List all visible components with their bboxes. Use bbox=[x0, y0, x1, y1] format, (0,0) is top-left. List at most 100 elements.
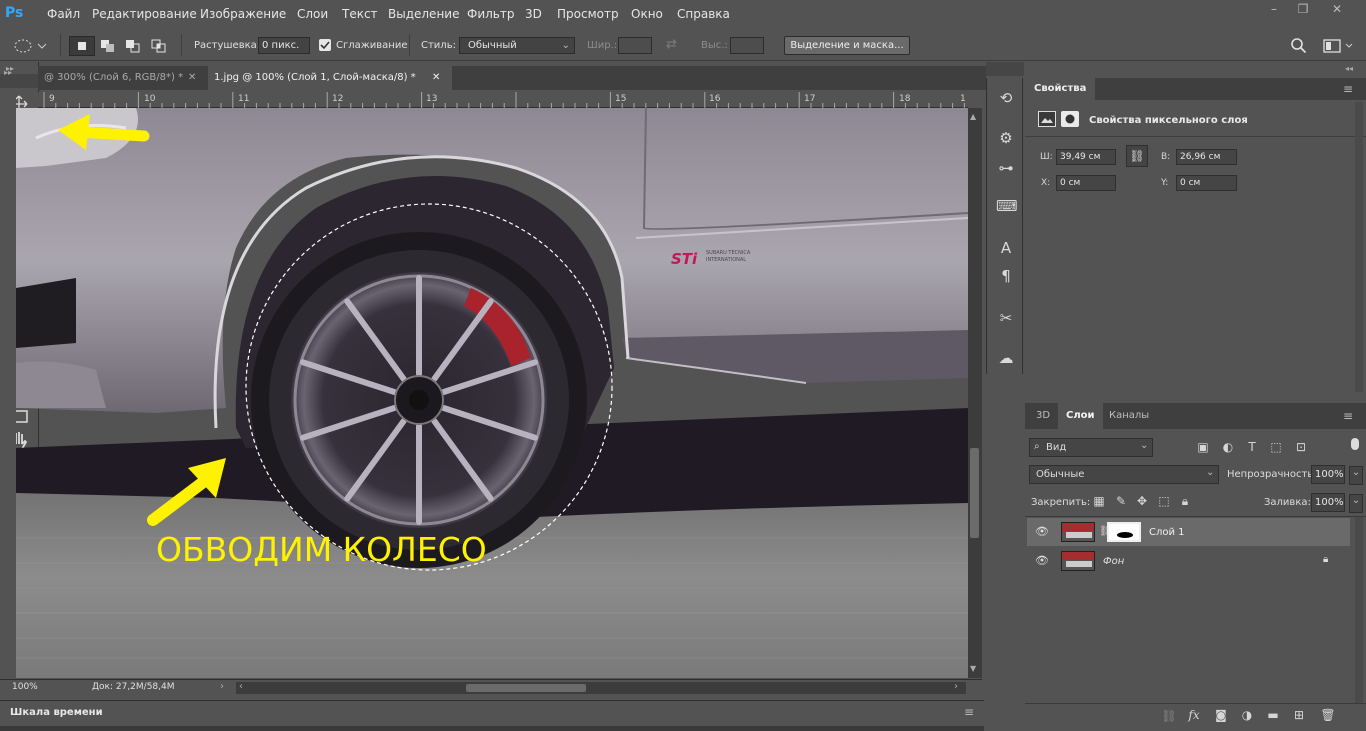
feather-input[interactable]: 0 пикс. bbox=[258, 37, 310, 54]
lock-all-icon[interactable]: 🔒︎ bbox=[1177, 494, 1193, 509]
status-menu-icon[interactable]: › bbox=[220, 681, 224, 692]
new-group-icon[interactable]: ▬ bbox=[1265, 708, 1281, 722]
chevron-down-icon[interactable]: ⌄ bbox=[1349, 494, 1363, 513]
visibility-eye-icon[interactable]: 👁︎ bbox=[1035, 525, 1049, 539]
character-icon[interactable]: A bbox=[996, 238, 1016, 258]
layer-name[interactable]: Слой 1 bbox=[1149, 527, 1185, 538]
delete-layer-icon[interactable]: 🗑︎ bbox=[1320, 708, 1336, 722]
menu-select[interactable]: Выделение bbox=[388, 7, 459, 21]
canvas-vertical-scrollbar[interactable]: ▲ ▼ bbox=[968, 108, 982, 678]
levels-icon[interactable]: ⊶ bbox=[996, 158, 1016, 178]
menu-layers[interactable]: Слои bbox=[297, 7, 328, 21]
opacity-input[interactable]: 100% bbox=[1311, 465, 1345, 484]
tab-document-2[interactable]: 1.jpg @ 100% (Слой 1, Слой-маска/8) * ✕ bbox=[208, 66, 452, 90]
scroll-up-icon[interactable]: ▲ bbox=[970, 112, 976, 121]
x-field[interactable]: 0 см bbox=[1056, 175, 1116, 191]
tab-close-icon[interactable]: ✕ bbox=[432, 66, 440, 90]
menu-edit[interactable]: Редактирование bbox=[92, 7, 197, 21]
filter-pixel-icon[interactable]: ▣ bbox=[1195, 440, 1211, 454]
add-selection-button[interactable] bbox=[97, 36, 119, 56]
collapse-icon[interactable]: ◂◂ bbox=[1345, 64, 1353, 73]
scroll-down-icon[interactable]: ▼ bbox=[970, 664, 976, 673]
menu-type[interactable]: Текст bbox=[342, 7, 378, 21]
lock-transparent-icon[interactable]: ▦ bbox=[1091, 494, 1107, 508]
subtract-selection-button[interactable] bbox=[122, 36, 144, 56]
menu-file[interactable]: Файл bbox=[47, 7, 80, 21]
search-button[interactable] bbox=[1288, 36, 1308, 56]
document-canvas[interactable]: STi SUBARU TECNICA INTERNATIONAL ОБВОДИМ… bbox=[16, 108, 968, 678]
layer-mask-thumbnail[interactable] bbox=[1107, 522, 1141, 542]
height-field[interactable]: 26,96 см bbox=[1176, 149, 1237, 165]
layer-name[interactable]: Фон bbox=[1103, 556, 1124, 567]
scrollbar-thumb[interactable] bbox=[970, 448, 979, 538]
height-input[interactable] bbox=[730, 37, 764, 54]
new-selection-button[interactable] bbox=[69, 36, 95, 56]
add-mask-icon[interactable]: ◙ bbox=[1213, 708, 1229, 722]
width-field[interactable]: 39,49 см bbox=[1056, 149, 1116, 165]
scroll-right-icon[interactable]: › bbox=[954, 681, 958, 692]
libraries-icon[interactable]: ☁ bbox=[996, 348, 1016, 368]
scrollbar-thumb[interactable] bbox=[466, 684, 586, 692]
chevron-down-icon[interactable]: ⌄ bbox=[1349, 466, 1363, 485]
intersect-selection-button[interactable] bbox=[148, 36, 170, 56]
link-icon[interactable]: ⛓ bbox=[1126, 145, 1148, 167]
timeline-label[interactable]: Шкала времени bbox=[10, 707, 103, 718]
layer-row[interactable]: 👁︎ ⛓ Слой 1 bbox=[1027, 518, 1350, 546]
dock-grip[interactable] bbox=[986, 62, 1024, 76]
tab-channels[interactable]: Каналы bbox=[1101, 403, 1157, 429]
scroll-left-icon[interactable]: ‹ bbox=[239, 681, 243, 692]
layer-filter-select[interactable]: ⌕ Вид ⌄ bbox=[1029, 438, 1153, 457]
menu-3d[interactable]: 3D bbox=[525, 7, 542, 21]
mask-icon[interactable] bbox=[1061, 111, 1079, 127]
minimize-icon[interactable]: – bbox=[1264, 2, 1284, 16]
tab-3d[interactable]: 3D bbox=[1028, 403, 1058, 429]
zoom-level[interactable]: 100% bbox=[12, 682, 38, 692]
filter-shape-icon[interactable]: ⬚ bbox=[1268, 440, 1284, 454]
link-layers-icon[interactable]: ⛓ bbox=[1161, 709, 1177, 723]
filter-smart-object-icon[interactable]: ⊡ bbox=[1293, 440, 1309, 454]
fx-button[interactable]: fx bbox=[1186, 708, 1202, 722]
select-and-mask-button[interactable]: Выделение и маска... bbox=[784, 36, 910, 55]
clone-source-icon[interactable]: ⌨ bbox=[996, 196, 1018, 216]
pixel-layer-icon[interactable] bbox=[1038, 111, 1056, 127]
swap-dimensions-icon[interactable]: ⇄ bbox=[666, 37, 677, 52]
menu-help[interactable]: Справка bbox=[677, 7, 730, 21]
tool-preset-picker[interactable] bbox=[6, 36, 48, 56]
lock-image-icon[interactable]: ✎ bbox=[1113, 494, 1129, 508]
blend-mode-select[interactable]: Обычные ⌄ bbox=[1029, 465, 1219, 484]
restore-icon[interactable]: ❐ bbox=[1293, 2, 1313, 16]
filter-type-icon[interactable]: T bbox=[1244, 440, 1260, 454]
tab-layers[interactable]: Слои bbox=[1058, 403, 1103, 429]
width-input[interactable] bbox=[618, 37, 652, 54]
horizontal-scrollbar[interactable]: ‹ › bbox=[236, 681, 966, 694]
antialias-checkbox[interactable] bbox=[319, 39, 331, 51]
layer-row[interactable]: 👁︎ Фон 🔒︎ bbox=[1027, 547, 1350, 575]
filter-adjustment-icon[interactable]: ◐ bbox=[1220, 440, 1236, 454]
expand-panels-icon[interactable]: ▸▸ bbox=[4, 68, 34, 77]
y-field[interactable]: 0 см bbox=[1176, 175, 1237, 191]
visibility-eye-icon[interactable]: 👁︎ bbox=[1035, 554, 1049, 568]
properties-scrollbar[interactable] bbox=[1355, 102, 1363, 392]
workspace-switcher[interactable] bbox=[1322, 36, 1356, 56]
paragraph-icon[interactable]: ¶ bbox=[996, 266, 1016, 286]
panel-menu-icon[interactable]: ≡ bbox=[1343, 409, 1353, 423]
adjustments-icon[interactable]: ⚙ bbox=[996, 128, 1016, 148]
tab-close-icon[interactable]: ✕ bbox=[188, 66, 196, 90]
tab-document-1[interactable]: @ 300% (Слой 6, RGB/8*) * ✕ bbox=[38, 66, 206, 90]
tool-presets-icon[interactable]: ✂ bbox=[996, 308, 1016, 328]
close-window-icon[interactable]: ✕ bbox=[1327, 2, 1347, 16]
lock-position-icon[interactable]: ✥ bbox=[1134, 494, 1150, 508]
panel-menu-icon[interactable]: ≡ bbox=[1343, 82, 1353, 96]
fill-input[interactable]: 100% bbox=[1311, 493, 1345, 512]
new-layer-icon[interactable]: ⊞ bbox=[1291, 708, 1307, 722]
panel-menu-icon[interactable]: ≡ bbox=[964, 705, 974, 719]
tab-properties[interactable]: Свойства bbox=[1025, 78, 1096, 100]
layers-scrollbar[interactable] bbox=[1355, 517, 1363, 703]
menu-view[interactable]: Просмотр bbox=[557, 7, 619, 21]
menu-image[interactable]: Изображение bbox=[200, 7, 286, 21]
adjustment-layer-icon[interactable]: ◑ bbox=[1239, 708, 1255, 722]
history-icon[interactable]: ⟲ bbox=[996, 88, 1016, 108]
style-select[interactable]: Обычный ⌄ bbox=[459, 37, 575, 54]
lock-artboard-icon[interactable]: ⬚ bbox=[1156, 494, 1172, 508]
menu-filter[interactable]: Фильтр bbox=[467, 7, 514, 21]
